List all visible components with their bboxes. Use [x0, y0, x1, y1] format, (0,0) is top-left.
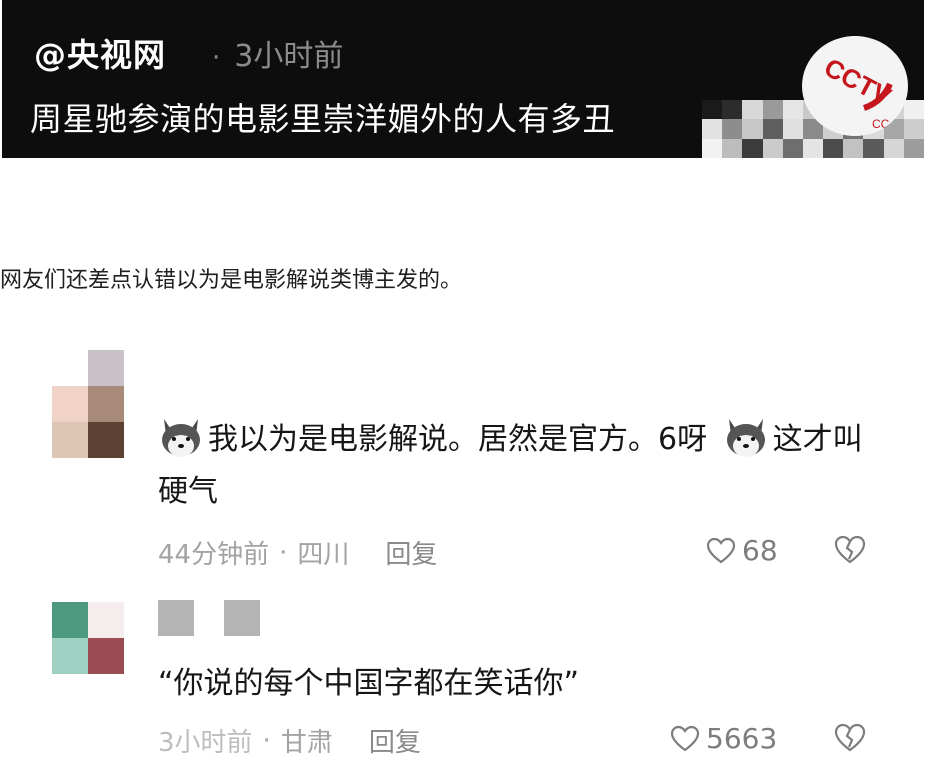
- like-count: 68: [742, 534, 778, 567]
- meta-separator: ·: [212, 43, 221, 73]
- comment-text: “你说的每个中国字都在笑话你”: [158, 658, 878, 710]
- heart-icon: [670, 725, 700, 751]
- husky-dog-emoji-icon: [158, 415, 204, 459]
- meta-separator: ·: [279, 537, 288, 568]
- comment-text: 我以为是电影解说。居然是官方。6呀 这才叫硬气: [158, 414, 878, 518]
- reply-button[interactable]: 回复: [369, 722, 421, 759]
- comment-location: 甘肃: [280, 728, 333, 758]
- username-redacted: [158, 600, 260, 636]
- comment-location: 四川: [297, 540, 350, 570]
- dislike-button[interactable]: [834, 723, 866, 753]
- redacted-block: [158, 600, 194, 636]
- meta-separator: ·: [262, 725, 271, 756]
- account-handle[interactable]: @央视网: [34, 30, 166, 76]
- comment-meta: 3小时前 · 甘肃 回复: [158, 722, 421, 759]
- like-count: 5663: [706, 722, 778, 755]
- heart-icon: [706, 537, 736, 563]
- article-caption: 网友们还差点认错以为是电影解说类博主发的。: [0, 268, 463, 293]
- comment-time: 44分钟前: [158, 540, 270, 570]
- cctv-logo-icon[interactable]: CCTV CC: [802, 36, 908, 136]
- comment-text-part1: 我以为是电影解说。居然是官方。6呀: [208, 422, 708, 457]
- broken-heart-icon: [834, 535, 866, 564]
- husky-dog-emoji-icon: [723, 415, 769, 459]
- post-header-card: @央视网 · 3小时前 周星驰参演的电影里崇洋媚外的人有多丑 CCTV CC: [2, 0, 924, 158]
- broken-heart-icon: [834, 723, 866, 752]
- like-button[interactable]: 5663: [670, 722, 777, 755]
- comment-time: 3小时前: [158, 728, 253, 758]
- avatar[interactable]: [52, 350, 124, 458]
- redacted-block: [224, 600, 260, 636]
- post-title[interactable]: 周星驰参演的电影里崇洋媚外的人有多丑: [30, 94, 615, 140]
- like-button[interactable]: 68: [706, 534, 778, 567]
- dislike-button[interactable]: [834, 535, 866, 565]
- avatar[interactable]: [52, 602, 124, 674]
- comment-meta: 44分钟前 · 四川 回复: [158, 534, 437, 571]
- post-meta: @央视网 · 3小时前: [34, 30, 343, 76]
- post-time: 3小时前: [234, 39, 344, 74]
- comment-text-body: “你说的每个中国字都在笑话你”: [158, 666, 580, 701]
- reply-button[interactable]: 回复: [385, 534, 437, 571]
